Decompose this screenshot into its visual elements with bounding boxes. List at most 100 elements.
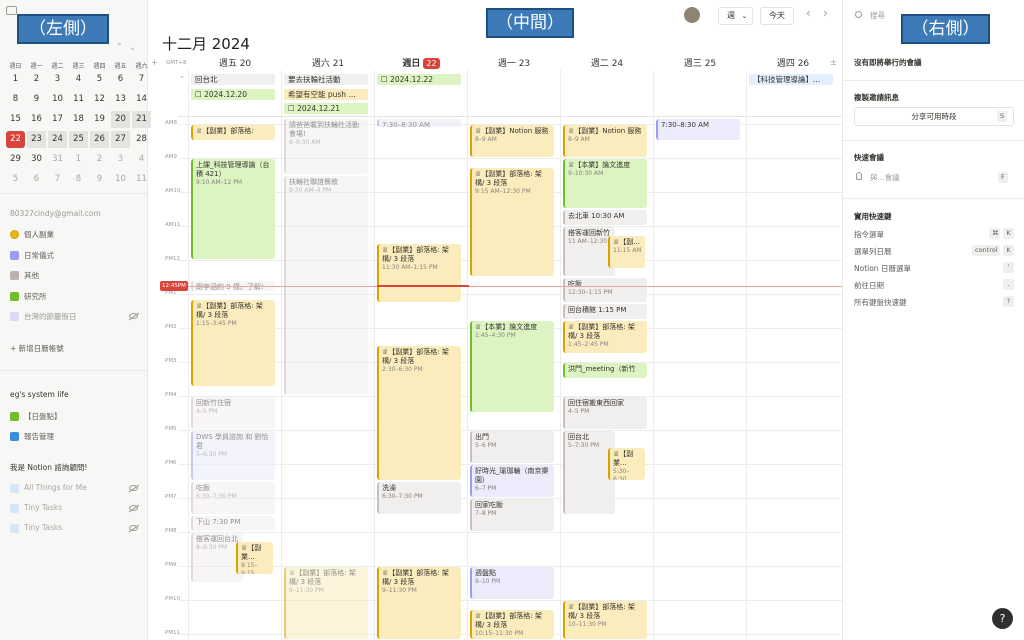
calendar-event[interactable]: 週盤點 9–10 PM <box>470 567 554 599</box>
mini-cal-day[interactable]: 17 <box>48 111 67 128</box>
calendar-event[interactable]: ♕【副業】部落格: 架構/ 3 段落 10–11:30 PM <box>563 601 647 639</box>
calendar-color-dot[interactable] <box>10 484 19 493</box>
mini-cal-day[interactable]: 3 <box>48 71 67 88</box>
calendar-event[interactable]: ♕【副... 11:15 AM <box>608 235 645 268</box>
mini-cal-day[interactable]: 29 <box>6 151 25 168</box>
mini-cal-day[interactable]: 26 <box>90 131 109 148</box>
mini-cal-day[interactable]: 1 <box>6 71 25 88</box>
calendar-color-dot[interactable] <box>10 524 19 533</box>
calendar-color-dot[interactable] <box>10 432 19 441</box>
sidebar-toggle-icon[interactable] <box>6 6 17 15</box>
calendar-event[interactable]: 吃飯 12:30–1:15 PM <box>563 278 647 302</box>
calendar-event[interactable]: 請爸爸載到扶輪社活動會場! 8–9:30 AM <box>284 119 368 174</box>
mini-cal-day[interactable]: 6 <box>111 71 130 88</box>
mini-cal-day[interactable]: 3 <box>111 151 130 168</box>
calendar-event[interactable]: 吃飯 6:30–7:30 PM <box>191 482 275 514</box>
calendar-event[interactable]: 好時光_瑜珈輪（南京樂園） 6–7 PM <box>470 465 554 497</box>
calendar-event[interactable]: ♕【副業】部落格: 架構/ 3 段落 1:45–2:45 PM <box>563 320 647 353</box>
calendar-event[interactable]: ♕【副業】部落格: 架構/ 3 段落 9:15 AM–12:30 PM <box>470 167 554 276</box>
calendar-event[interactable]: 7:30–8:30 AM <box>377 119 461 127</box>
eye-off-icon[interactable] <box>129 525 138 531</box>
day-header[interactable]: 週一 23 <box>468 56 560 69</box>
calendar-item[interactable]: 其他 <box>24 270 39 281</box>
mini-cal-day[interactable]: 10 <box>48 91 67 108</box>
mini-cal-day[interactable]: 6 <box>27 171 46 188</box>
day-header[interactable]: 週日 22 <box>375 56 467 69</box>
mini-cal-day[interactable]: 15 <box>6 111 25 128</box>
calendar-event[interactable]: 下山 7:30 PM <box>191 516 275 531</box>
calendar-event[interactable]: ♕【副業】部落格: 架構/ 3 段落 2:30–6:30 PM <box>377 346 461 480</box>
mini-cal-day[interactable]: 5 <box>6 171 25 188</box>
mini-cal-day[interactable]: 30 <box>27 151 46 168</box>
eye-off-icon[interactable] <box>129 313 138 319</box>
mini-cal-day[interactable]: 13 <box>111 91 130 108</box>
mini-cal-day[interactable]: 2 <box>27 71 46 88</box>
calendar-event[interactable]: ♕【副業】部落格: 架構/ 3 段落 9–11:30 PM <box>377 567 461 639</box>
add-event-icon[interactable]: + <box>151 58 158 67</box>
next-week-icon[interactable]: › <box>823 6 828 20</box>
mini-cal-day[interactable]: 10 <box>111 171 130 188</box>
eye-off-icon[interactable] <box>129 485 138 491</box>
mini-cal-day[interactable]: 8 <box>6 91 25 108</box>
mini-cal-day[interactable]: 23 <box>27 131 46 148</box>
calendar-color-dot[interactable] <box>10 271 19 280</box>
calendar-color-dot[interactable] <box>10 412 19 421</box>
mini-cal-day[interactable]: 9 <box>27 91 46 108</box>
calendar-event[interactable]: 出門 5–6 PM <box>470 431 554 463</box>
calendar-color-dot[interactable] <box>10 291 19 301</box>
mini-cal-day[interactable]: 12 <box>90 91 109 108</box>
mini-cal-day[interactable]: 31 <box>48 151 67 168</box>
calendar-event[interactable]: ♕【本業】論文進度 1:45–4:30 PM <box>470 320 554 412</box>
mini-cal-day[interactable]: 25 <box>69 131 88 148</box>
calendar-event[interactable]: ♕【副業】Notion 服務 8–9 AM <box>470 125 554 157</box>
calendar-color-dot[interactable] <box>10 250 19 260</box>
day-header[interactable]: 週六 21 <box>282 56 374 69</box>
calendar-event[interactable]: ♕【副業】Notion 服務 8–9 AM <box>563 125 647 157</box>
avatar[interactable] <box>684 7 700 23</box>
calendar-event[interactable]: 去北車 10:30 AM <box>563 210 647 225</box>
calendar-item[interactable]: 研究所 <box>24 291 47 302</box>
calendar-event[interactable]: ♕【副業... 8:15–9:15 <box>236 541 273 574</box>
calendar-item[interactable]: 【日盤點】 <box>24 411 62 422</box>
day-header[interactable]: 週五 20 <box>189 56 281 69</box>
calendar-item[interactable]: 報告管理 <box>24 431 54 442</box>
allday-event[interactable]: ☐ 2024.12.20 <box>191 88 275 100</box>
day-header[interactable]: 週三 25 <box>654 56 746 69</box>
allday-event[interactable]: ☐ 2024.12.21 <box>284 103 368 114</box>
allday-event[interactable]: 回台北 <box>191 74 275 85</box>
mini-cal-day[interactable]: 20 <box>111 111 130 128</box>
calendar-item[interactable]: Tiny Tasks <box>24 523 62 532</box>
calendar-event[interactable]: 回住宿搬東西回家 4–5 PM <box>563 397 647 429</box>
calendar-event[interactable]: 上課_科技管理導論（台積 421） 9:10 AM–12 PM <box>191 159 275 259</box>
calendar-event[interactable]: ♕【副業】部落格: 架構/ 3 段落 9–11:30 PM <box>284 567 368 639</box>
calendar-event[interactable]: 7:30–8:30 AM <box>656 119 740 140</box>
calendar-event[interactable]: 洗澡 6:30–7:30 PM <box>377 482 461 514</box>
mini-cal-day[interactable]: 9 <box>90 171 109 188</box>
mini-cal-day[interactable]: 5 <box>90 71 109 88</box>
allday-event[interactable]: 【科技管理導論】... <box>749 74 833 85</box>
mini-cal-day[interactable]: 22 <box>6 131 25 148</box>
mini-cal-day[interactable]: 19 <box>90 111 109 128</box>
calendar-color-dot[interactable] <box>10 312 19 321</box>
allday-event[interactable]: ☐ 2024.12.22 <box>377 74 461 85</box>
day-header[interactable]: 週二 24 <box>561 56 653 69</box>
day-header[interactable]: 週四 26 <box>747 56 839 69</box>
mini-cal-next-icon[interactable]: ⌃ <box>129 42 136 51</box>
allday-event[interactable]: 要去扶輪社活動 <box>284 74 368 85</box>
today-button[interactable]: 今天 <box>760 7 794 25</box>
mini-cal-day[interactable]: 2 <box>90 151 109 168</box>
mini-cal-day[interactable]: 7 <box>48 171 67 188</box>
mini-cal-day[interactable]: 24 <box>48 131 67 148</box>
eye-off-icon[interactable] <box>129 505 138 511</box>
calendar-item[interactable]: All Things for Me <box>24 483 87 492</box>
mini-cal-day[interactable]: 4 <box>69 71 88 88</box>
mini-cal-prev-icon[interactable]: ⌃ <box>116 42 123 51</box>
calendar-item[interactable]: 個人副業 <box>24 229 54 240</box>
calendar-event[interactable]: 回台積館 1:15 PM <box>563 303 647 319</box>
mini-cal-day[interactable]: 27 <box>111 131 130 148</box>
calendar-event[interactable]: ♕【本業】論文進度 9–10:30 AM <box>563 159 647 208</box>
view-selector[interactable]: 週 ⌄ <box>718 7 753 25</box>
share-availability-button[interactable]: 分享可用時段 <box>854 107 1014 126</box>
help-button[interactable]: ? <box>992 608 1013 629</box>
quick-meeting-with[interactable]: 與...會議 <box>870 172 900 183</box>
